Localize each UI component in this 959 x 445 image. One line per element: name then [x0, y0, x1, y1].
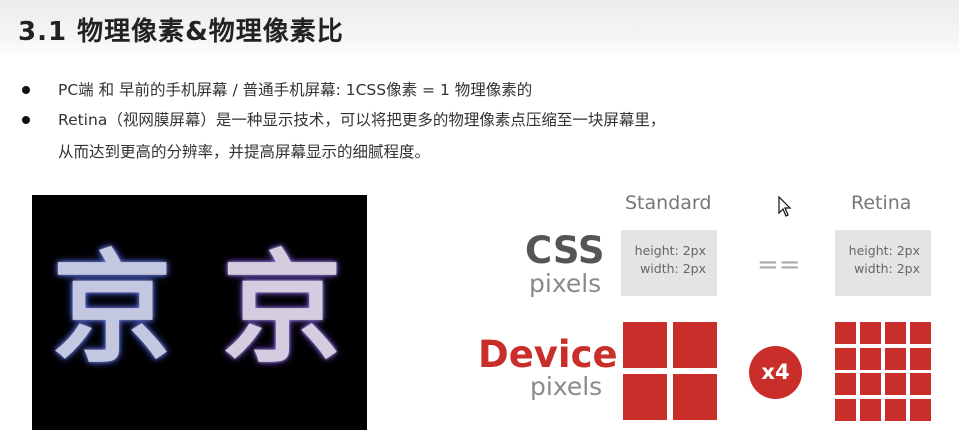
bullet-continuation: 从而达到更高的分辨率，并提高屏幕显示的细腻程度。: [58, 143, 431, 161]
standard-heading: Standard: [625, 192, 712, 214]
device-pixel-cell: [885, 347, 906, 370]
device-pixel-cell: [860, 373, 881, 395]
bullet-list: PC端 和 早前的手机屏幕 / 普通手机屏幕: 1CSS像素 = 1 物理像素的…: [18, 75, 948, 135]
device-pixel-cell: [835, 373, 856, 395]
retina-heading: Retina: [851, 192, 912, 214]
device-pixel-cell: [860, 322, 881, 344]
device-pixel-cell: [860, 398, 881, 421]
retina-device-grid: [835, 322, 931, 421]
device-pixel-cell: [885, 322, 906, 344]
bullet-item: PC端 和 早前的手机屏幕 / 普通手机屏幕: 1CSS像素 = 1 物理像素的: [18, 75, 948, 105]
device-pixel-cell: [860, 347, 881, 370]
device-pixel-cell: [885, 398, 906, 421]
device-pixel-cell: [673, 322, 717, 368]
device-pixel-cell: [885, 373, 906, 395]
equals-sign: ==: [757, 250, 801, 280]
standard-width-text: width: 2px: [640, 261, 706, 276]
bullet-item: Retina（视网膜屏幕）是一种显示技术，可以将把更多的物理像素点压缩至一块屏幕…: [18, 105, 948, 135]
css-pixels-label: pixels: [529, 269, 602, 298]
retina-width-text: width: 2px: [854, 261, 920, 276]
bullet-dot-icon: [22, 86, 30, 94]
device-pixel-cell: [623, 374, 667, 420]
title-bar: 3.1 物理像素&物理像素比: [0, 0, 959, 58]
device-pixel-cell: [623, 322, 667, 368]
device-pixel-cell: [835, 322, 856, 344]
retina-height-text: height: 2px: [848, 243, 920, 258]
device-pixel-cell: [835, 347, 856, 370]
standard-height-text: height: 2px: [634, 243, 706, 258]
device-pixel-cell: [673, 374, 717, 420]
retina-glyph: 京: [222, 240, 342, 379]
standard-css-box: height: 2px width: 2px: [621, 230, 717, 296]
device-label: Device: [478, 333, 618, 376]
pixel-photo: 京 京: [32, 195, 367, 430]
mouse-cursor-icon: [778, 196, 792, 217]
bullet-text: PC端 和 早前的手机屏幕 / 普通手机屏幕: 1CSS像素 = 1 物理像素的: [58, 81, 533, 99]
retina-css-box: height: 2px width: 2px: [835, 230, 931, 296]
standard-glyph: 京: [52, 240, 172, 379]
multiplier-badge: x4: [749, 346, 802, 399]
slide-title: 3.1 物理像素&物理像素比: [18, 17, 344, 47]
device-pixels-label: pixels: [530, 372, 603, 401]
device-pixel-cell: [910, 347, 931, 370]
css-label: CSS: [525, 229, 605, 272]
device-pixel-cell: [910, 398, 931, 421]
bullet-text: Retina（视网膜屏幕）是一种显示技术，可以将把更多的物理像素点压缩至一块屏幕…: [58, 111, 666, 129]
bullet-dot-icon: [22, 116, 30, 124]
standard-device-grid: [623, 322, 717, 420]
device-pixel-cell: [910, 322, 931, 344]
device-pixel-cell: [910, 373, 931, 395]
device-pixel-cell: [835, 398, 856, 421]
